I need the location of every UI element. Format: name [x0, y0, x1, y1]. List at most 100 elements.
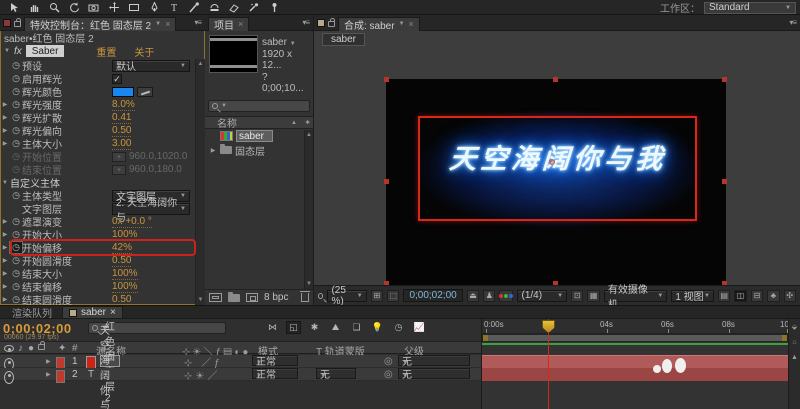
expand-arrow-icon[interactable]: ▶: [0, 244, 10, 251]
bit-depth-label[interactable]: 8 bpc: [264, 292, 288, 303]
selection-handle[interactable]: [384, 77, 389, 82]
stopwatch-icon[interactable]: ◷: [10, 60, 22, 71]
selection-handle[interactable]: [384, 179, 389, 184]
expand-arrow-icon[interactable]: ▶: [209, 147, 217, 154]
time-ruler[interactable]: 0:00s04s06s08s10s: [482, 319, 788, 334]
work-area-bar[interactable]: [482, 334, 788, 342]
puppet-pin-tool-icon[interactable]: [266, 1, 282, 14]
expand-arrow-icon[interactable]: ▶: [0, 114, 10, 121]
property-value[interactable]: 3.00: [112, 138, 131, 150]
stopwatch-icon[interactable]: ◷: [10, 242, 22, 253]
scroll-up-icon[interactable]: ▲: [791, 354, 798, 361]
item-name[interactable]: saber: [236, 130, 273, 142]
stopwatch-icon[interactable]: ◷: [10, 281, 22, 292]
roto-brush-tool-icon[interactable]: [246, 1, 262, 14]
timeline-scrollbar[interactable]: ⬙ ⌂ ▲: [788, 319, 800, 409]
safe-guides-icon[interactable]: ⊞: [371, 290, 383, 302]
selection-tool-icon[interactable]: [6, 1, 22, 14]
property-value[interactable]: 0.50: [112, 294, 131, 306]
brainstorm-icon[interactable]: 💡: [370, 321, 385, 334]
parent-pickwhip-icon[interactable]: ◎: [384, 368, 393, 381]
viewer-comp-subtab[interactable]: saber: [322, 33, 365, 46]
color-swatch[interactable]: [112, 87, 134, 97]
pen-tool-icon[interactable]: [146, 1, 162, 14]
property-value[interactable]: 960.0,180.0: [129, 164, 182, 175]
draft-3d-icon[interactable]: ◱: [286, 321, 301, 334]
stopwatch-icon[interactable]: ◷: [10, 268, 22, 279]
timeline-button-icon[interactable]: ⊟: [751, 290, 763, 302]
scroll-up-icon[interactable]: ▲: [306, 132, 312, 138]
stopwatch-icon[interactable]: ◷: [10, 294, 22, 305]
collapse-arrow-icon[interactable]: ▼: [4, 48, 10, 54]
stopwatch-icon[interactable]: ◷: [10, 138, 22, 149]
pan-behind-tool-icon[interactable]: [106, 1, 122, 14]
camera-tool-icon[interactable]: [86, 1, 102, 14]
panel-menu-icon[interactable]: ▾≡: [194, 18, 201, 27]
tab-timeline-comp[interactable]: saber ×: [62, 306, 123, 318]
selection-handle[interactable]: [722, 179, 727, 184]
pixel-aspect-icon[interactable]: ◫: [734, 290, 746, 302]
composition-frame[interactable]: 天空海阔你与我: [386, 79, 726, 285]
camera-view-select[interactable]: 有效摄像机▼: [604, 290, 667, 302]
stopwatch-icon[interactable]: ◷: [10, 125, 22, 136]
stopwatch-icon[interactable]: ◷: [10, 151, 22, 162]
layer-bar-2[interactable]: [482, 368, 788, 381]
workspace-select[interactable]: Standard ▼: [704, 2, 796, 14]
effect-panel-scrollbar[interactable]: ▲ ▼: [195, 59, 205, 305]
project-item-saber[interactable]: saber♣: [205, 129, 313, 143]
expand-arrow-icon[interactable]: ▶: [0, 296, 10, 303]
comp-marker-icon[interactable]: ⌂: [792, 339, 796, 346]
snapshot-camera-icon[interactable]: ⏏: [467, 290, 479, 302]
brush-tool-icon[interactable]: [186, 1, 202, 14]
interpret-footage-icon[interactable]: [209, 293, 222, 302]
tab-composition[interactable]: 合成: saber ▼ ×: [338, 17, 420, 31]
eyedropper-icon[interactable]: [137, 87, 153, 97]
stopwatch-icon[interactable]: ◷: [10, 112, 22, 123]
expand-arrow-icon[interactable]: ▶: [0, 127, 10, 134]
expand-arrow-icon[interactable]: ▶: [0, 270, 10, 277]
property-value[interactable]: 100%: [112, 281, 138, 293]
tab-project[interactable]: 项目 ×: [208, 17, 249, 31]
item-name[interactable]: 固态层: [235, 143, 265, 158]
rotation-tool-icon[interactable]: [66, 1, 82, 14]
viewer-timecode[interactable]: 0;00;02;00: [403, 289, 462, 302]
close-icon[interactable]: ×: [165, 19, 170, 29]
fast-previews-icon[interactable]: ✣: [784, 290, 796, 302]
stopwatch-icon[interactable]: ◷: [10, 99, 22, 110]
property-value[interactable]: 8.0%: [112, 99, 135, 111]
stopwatch-icon[interactable]: ◷: [10, 86, 22, 97]
viewer-canvas[interactable]: 天空海阔你与我: [314, 48, 800, 285]
layer-row-2[interactable]: ▶2T天空海阔你与我⊹☀／正常 ▼无 ▼◎无 ▼: [0, 368, 481, 381]
property-checkbox[interactable]: ✓: [112, 74, 122, 84]
stopwatch-icon[interactable]: ◷: [10, 190, 22, 201]
tab-render-queue[interactable]: 渲染队列: [4, 306, 60, 318]
collapse-arrow-icon[interactable]: ▼: [0, 180, 10, 186]
position-crosshair-icon[interactable]: +: [112, 165, 126, 175]
expand-arrow-icon[interactable]: ▶: [46, 355, 51, 368]
effect-name[interactable]: Saber: [26, 45, 65, 57]
stopwatch-icon[interactable]: ◷: [10, 255, 22, 266]
region-of-interest-icon[interactable]: ⬚: [387, 290, 399, 302]
zoom-select[interactable]: (25 %)▼: [327, 290, 366, 302]
layer-switches[interactable]: ⊹☀／: [184, 368, 220, 381]
expand-arrow-icon[interactable]: ▶: [0, 140, 10, 147]
stopwatch-icon[interactable]: ◷: [10, 73, 22, 84]
motion-blur-icon[interactable]: ❏: [349, 321, 364, 334]
property-value[interactable]: 0.50: [112, 255, 131, 267]
selection-handle[interactable]: [722, 77, 727, 82]
roi-toggle-icon[interactable]: ⊡: [571, 290, 583, 302]
panel-menu-icon[interactable]: ▾≡: [789, 18, 796, 27]
expand-arrow-icon[interactable]: ▶: [46, 368, 51, 381]
project-columns-header[interactable]: 名称 ▲ ✦: [205, 116, 313, 129]
parent-pickwhip-icon[interactable]: ◎: [384, 355, 393, 368]
auto-keyframe-icon[interactable]: ◷: [391, 321, 406, 334]
zoom-tool-icon[interactable]: [46, 1, 62, 14]
resolution-select[interactable]: (1/4)▼: [517, 290, 567, 302]
scroll-up-icon[interactable]: ▲: [198, 61, 204, 67]
shape-tool-icon[interactable]: [126, 1, 142, 14]
layer-bar-1[interactable]: [482, 355, 788, 368]
stopwatch-icon[interactable]: ◷: [10, 164, 22, 175]
clone-stamp-tool-icon[interactable]: [206, 1, 222, 14]
property-value[interactable]: 0x +0.0 °: [112, 216, 152, 228]
expand-arrow-icon[interactable]: ▶: [0, 101, 10, 108]
